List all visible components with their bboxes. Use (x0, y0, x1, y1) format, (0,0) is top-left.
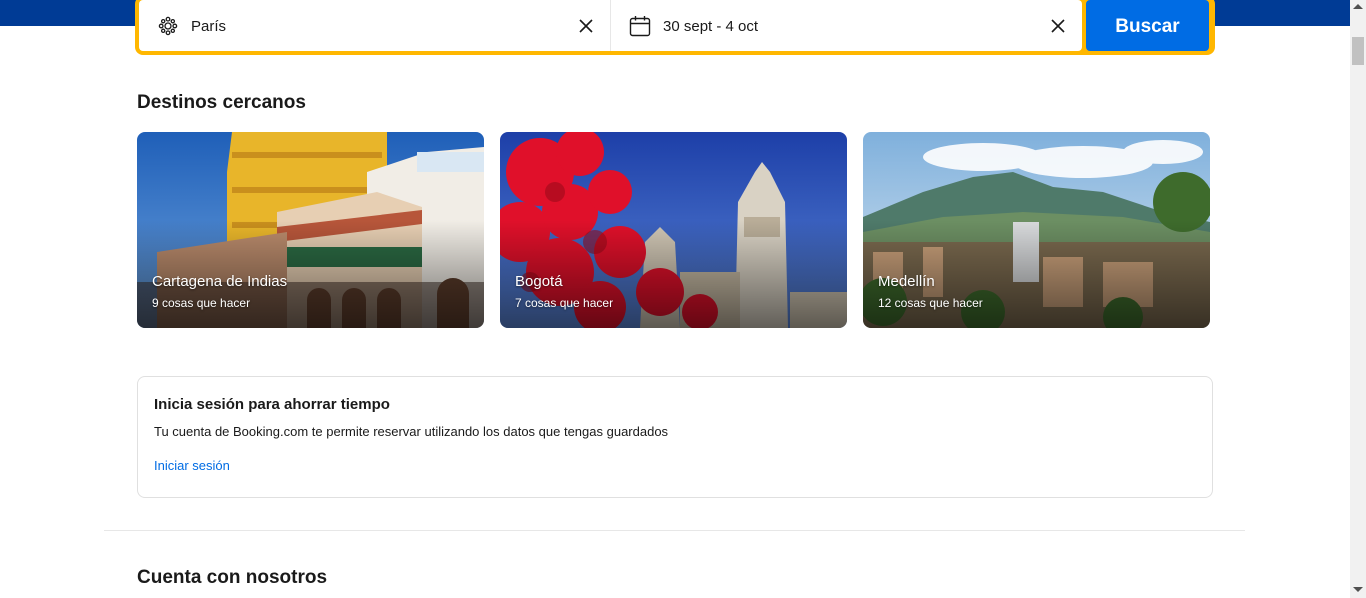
destination-name: Medellín (878, 273, 935, 290)
close-icon[interactable] (576, 16, 596, 36)
destination-card-medellin[interactable]: Medellín 12 cosas que hacer (863, 132, 1210, 328)
search-button[interactable]: Buscar (1086, 0, 1209, 51)
scroll-up-icon[interactable] (1353, 4, 1363, 9)
destination-card-bogota[interactable]: Bogotá 7 cosas que hacer (500, 132, 847, 328)
nearby-destinations: Cartagena de Indias 9 cosas que hacer Bo… (137, 132, 1210, 328)
signin-title: Inicia sesión para ahorrar tiempo (154, 396, 390, 413)
calendar-icon (629, 15, 651, 37)
signin-description: Tu cuenta de Booking.com te permite rese… (154, 424, 669, 439)
section-title-trust: Cuenta con nosotros (137, 567, 328, 588)
scroll-down-icon[interactable] (1353, 587, 1363, 592)
scrollbar-thumb[interactable] (1352, 37, 1364, 65)
destination-name: Bogotá (515, 273, 563, 290)
destination-count: 7 cosas que hacer (515, 296, 614, 310)
search-bar: París 30 sept - 4 oct Buscar (135, 0, 1215, 55)
destination-card-cartagena[interactable]: Cartagena de Indias 9 cosas que hacer (137, 132, 484, 328)
signin-link[interactable]: Iniciar sesión (154, 458, 230, 473)
dates-input[interactable]: 30 sept - 4 oct (663, 16, 1048, 35)
destination-input[interactable]: París (191, 16, 576, 35)
attraction-icon (157, 15, 179, 37)
destination-count: 12 cosas que hacer (878, 296, 983, 310)
section-title-nearby: Destinos cercanos (137, 92, 306, 113)
destination-field[interactable]: París (139, 0, 610, 51)
destination-count: 9 cosas que hacer (152, 296, 251, 310)
destination-name: Cartagena de Indias (152, 273, 288, 290)
section-divider (104, 530, 1245, 531)
scrollbar[interactable] (1350, 0, 1366, 598)
signin-banner: Inicia sesión para ahorrar tiempo Tu cue… (137, 376, 1213, 498)
dates-field[interactable]: 30 sept - 4 oct (610, 0, 1082, 51)
close-icon[interactable] (1048, 16, 1068, 36)
